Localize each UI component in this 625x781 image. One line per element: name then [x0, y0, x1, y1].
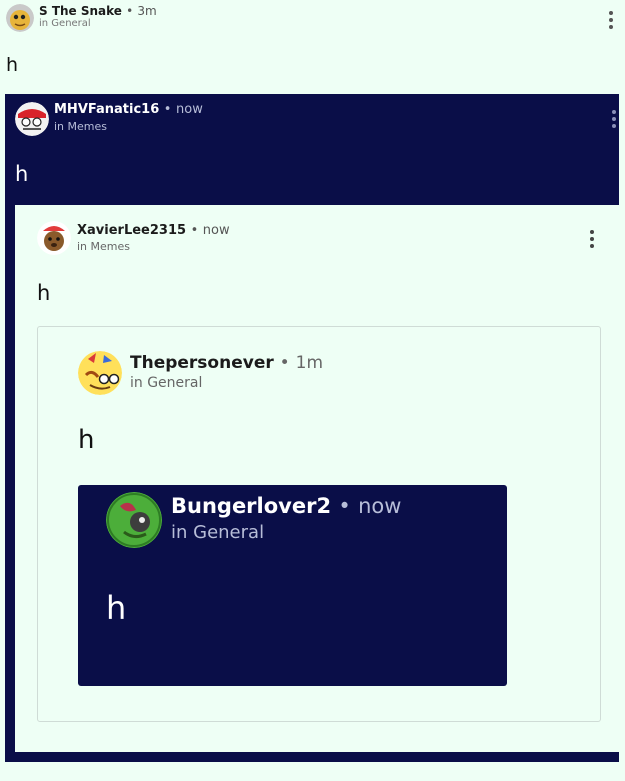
more-options-icon[interactable]: [608, 11, 614, 32]
post-location[interactable]: in Memes: [54, 120, 107, 133]
author-name[interactable]: S The Snake: [39, 4, 122, 18]
author-name[interactable]: Bungerlover2: [171, 494, 331, 518]
author-name[interactable]: MHVFanatic16: [54, 102, 159, 117]
post-body: h: [6, 54, 19, 76]
post-body: h: [37, 281, 51, 305]
post-time: now: [202, 223, 230, 238]
post-time: now: [176, 102, 203, 117]
post-body: h: [106, 589, 127, 627]
separator-dot: •: [163, 102, 172, 117]
post-location[interactable]: in General: [171, 522, 264, 543]
separator-dot: •: [126, 4, 134, 18]
post-location[interactable]: in General: [39, 18, 91, 29]
more-options-icon[interactable]: [611, 110, 617, 131]
more-options-icon[interactable]: [589, 230, 595, 251]
author-name[interactable]: Thepersonever: [130, 353, 274, 373]
post-location[interactable]: in General: [130, 375, 202, 391]
post-body: h: [15, 162, 29, 186]
post-s-the-snake: S The Snake • 3m in General h MHVFanatic…: [0, 0, 625, 781]
post-mhvfanatic16: MHVFanatic16 • now in Memes h XavierLee2…: [5, 94, 619, 762]
author-name[interactable]: XavierLee2315: [77, 223, 186, 238]
separator-dot: •: [338, 494, 351, 518]
avatar-bungerlover2[interactable]: [106, 492, 162, 548]
separator-dot: •: [190, 223, 199, 238]
post-time: now: [358, 494, 402, 518]
post-time: 3m: [137, 4, 157, 18]
avatar-thepersonever[interactable]: [78, 351, 122, 395]
post-thepersonever: Thepersonever • 1m in General h Bungerlo…: [37, 326, 601, 722]
post-time: 1m: [295, 353, 324, 373]
avatar-s-the-snake[interactable]: [6, 4, 34, 32]
avatar-xavierlee2315[interactable]: [37, 221, 71, 255]
separator-dot: •: [279, 353, 290, 373]
post-location[interactable]: in Memes: [77, 240, 130, 253]
post-xavierlee2315: XavierLee2315 • now in Memes h Theperson…: [15, 205, 619, 752]
post-body: h: [78, 425, 95, 455]
avatar-mhvfanatic16[interactable]: [15, 102, 49, 136]
post-bungerlover2: Bungerlover2 • now in General h: [78, 485, 507, 686]
